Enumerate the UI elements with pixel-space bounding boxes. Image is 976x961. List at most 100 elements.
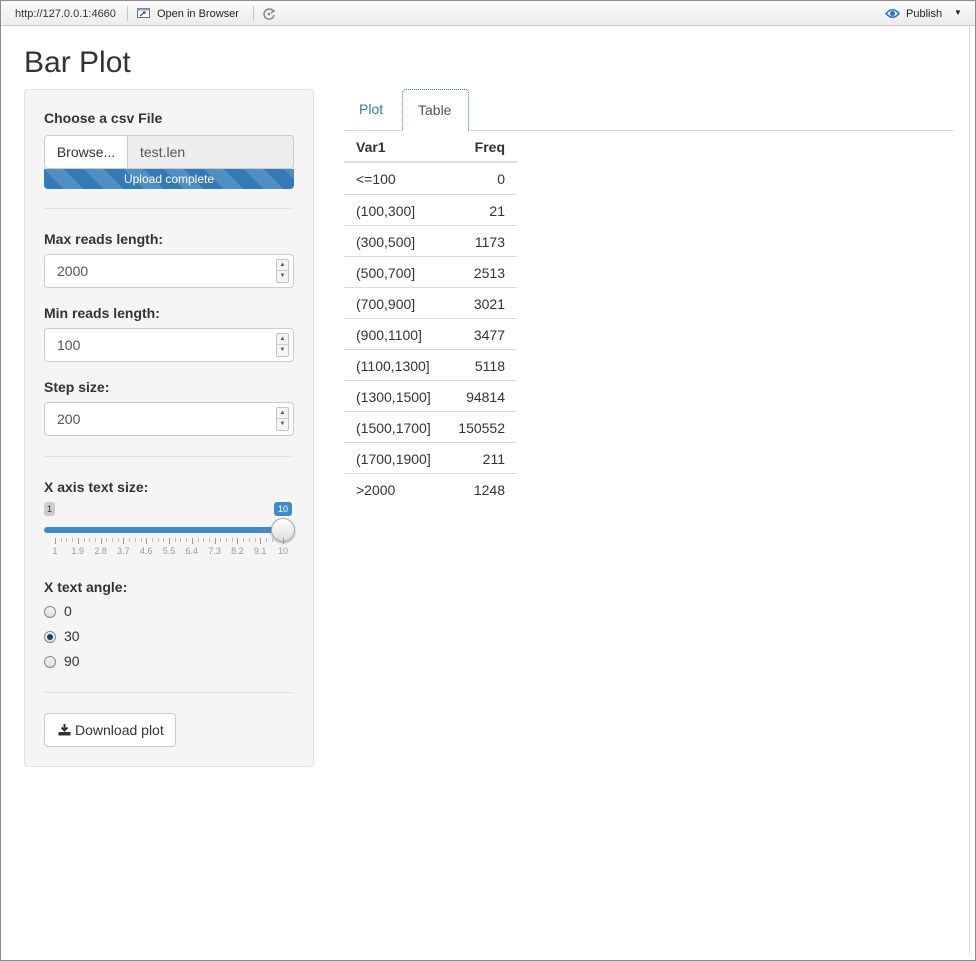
slider-tick-label: 5.5 [162, 546, 176, 556]
slider-value-label: 10 [274, 502, 292, 516]
page-title: Bar Plot [24, 46, 131, 79]
slider-tick [174, 538, 176, 542]
table-cell-var1: (1300,1500] [356, 389, 431, 405]
slider-tick [220, 538, 222, 542]
step-size-input[interactable]: 200 ▲ ▼ [44, 402, 294, 436]
table-cell-freq: 1248 [473, 482, 505, 498]
table-row: (300,500] 1173 [344, 225, 517, 256]
slider-tick [260, 538, 262, 544]
open-in-browser-icon[interactable] [136, 7, 151, 19]
slider-tick [134, 538, 136, 542]
table-row: (700,900] 3021 [344, 287, 517, 318]
table-cell-var1: (700,900] [356, 296, 416, 312]
stepper-up-icon[interactable]: ▲ [277, 408, 288, 419]
slider-tick [72, 538, 74, 542]
divider [44, 692, 294, 693]
table-cell-var1: (100,300] [356, 203, 416, 219]
upload-progress-bar: Upload complete [44, 169, 294, 189]
step-size-value: 200 [57, 411, 81, 427]
x-text-size-label: X axis text size: [44, 479, 149, 495]
slider-tick [83, 538, 85, 542]
browse-button[interactable]: Browse... [44, 135, 128, 169]
min-reads-input[interactable]: 100 ▲ ▼ [44, 328, 294, 362]
stepper-down-icon[interactable]: ▼ [277, 419, 288, 430]
slider-tick [271, 538, 273, 542]
download-plot-button[interactable]: Download plot [44, 713, 176, 747]
radio-button[interactable] [44, 606, 56, 618]
max-reads-label: Max reads length: [44, 231, 164, 247]
file-name-field: test.len [127, 135, 294, 169]
slider-tick [94, 538, 96, 542]
table-cell-freq: 5118 [474, 358, 505, 374]
table-cell-var1: (500,700] [356, 265, 416, 281]
slider-tick [169, 538, 170, 544]
tab-plot[interactable]: Plot [344, 89, 398, 131]
radio-label: 30 [64, 628, 80, 644]
viewer-toolbar: http://127.0.0.1:4660 Open in Browser Pu… [1, 1, 975, 26]
slider-tick [66, 538, 68, 542]
slider-tick [248, 538, 250, 542]
table-header: Var1 [356, 139, 386, 155]
publish-button[interactable]: Publish [906, 8, 942, 20]
slider-tick-label: 1 [52, 546, 58, 556]
download-icon [58, 724, 71, 736]
max-reads-value: 2000 [57, 263, 89, 279]
slider-tick [277, 538, 279, 542]
file-input[interactable]: Browse... test.len [44, 135, 294, 169]
max-reads-input[interactable]: 2000 ▲ ▼ [44, 254, 294, 288]
table-cell-var1: >2000 [356, 482, 396, 498]
slider-tick [226, 538, 227, 542]
table-cell-var1: <=100 [356, 171, 396, 187]
stepper-down-icon[interactable]: ▼ [277, 271, 288, 282]
table-row: (500,700] 2513 [344, 256, 517, 287]
table-cell-var1: (1100,1300] [356, 358, 430, 374]
radio-button[interactable] [44, 631, 56, 643]
slider-tick [186, 538, 188, 542]
slider-tick [180, 538, 182, 542]
slider-tick [129, 538, 131, 542]
slider-tick [243, 538, 245, 542]
table-row: (1300,1500] 94814 [344, 380, 517, 411]
tab-table[interactable]: Table [402, 89, 469, 131]
stepper-up-icon[interactable]: ▲ [277, 334, 288, 345]
chevron-down-icon[interactable]: ▼ [954, 8, 962, 17]
url-label: http://127.0.0.1:4660 [15, 8, 116, 20]
file-label: Choose a csv File [44, 110, 163, 126]
slider-tick [203, 538, 205, 542]
sidebar-panel: Choose a csv File Browse... test.len Upl… [24, 89, 314, 767]
download-plot-label: Download plot [75, 722, 164, 738]
table-header-row: Var1 Freq [344, 131, 517, 163]
table-cell-freq: 3477 [473, 327, 505, 343]
table-row: (100,300] 21 [344, 194, 517, 225]
min-reads-value: 100 [57, 337, 81, 353]
table-cell-freq: 0 [497, 171, 505, 187]
refresh-icon[interactable] [261, 6, 277, 22]
table-cell-freq: 150552 [458, 420, 505, 436]
slider-track[interactable] [44, 527, 284, 533]
x-text-size-slider[interactable]: 1 10 1 1.9 2.8 3.7 4.6 5.5 6.4 7.3 8.2 9.1 10 [44, 500, 295, 558]
publish-icon[interactable] [884, 7, 901, 20]
slider-tick [197, 538, 199, 542]
slider-tick [208, 538, 210, 542]
rstudio-viewer-window: http://127.0.0.1:4660 Open in Browser Pu… [0, 0, 976, 961]
radio-button[interactable] [44, 656, 56, 668]
stepper-down-icon[interactable]: ▼ [277, 345, 288, 356]
table-cell-var1: (1500,1700] [356, 420, 431, 436]
table-cell-var1: (900,1100] [356, 327, 422, 343]
table-cell-freq: 21 [489, 203, 505, 219]
slider-tick [106, 538, 108, 542]
slider-ticks: 1 1.9 2.8 3.7 4.6 5.5 6.4 7.3 8.2 9.1 10 [44, 538, 294, 558]
open-in-browser-button[interactable]: Open in Browser [157, 8, 239, 20]
step-size-stepper[interactable]: ▲ ▼ [276, 407, 289, 431]
table-header: Freq [474, 139, 505, 155]
min-reads-stepper[interactable]: ▲ ▼ [276, 333, 289, 357]
max-reads-stepper[interactable]: ▲ ▼ [276, 259, 289, 283]
frequency-table: Var1 Freq <=100 0 (100,300] 21 (300,500] 1173… [344, 131, 517, 504]
slider-tick [214, 538, 216, 544]
slider-tick [60, 538, 62, 542]
slider-tick-label: 7.3 [208, 546, 221, 556]
slider-tick [55, 538, 56, 544]
stepper-up-icon[interactable]: ▲ [277, 260, 288, 271]
slider-tick [151, 538, 153, 542]
slider-tick [237, 538, 239, 544]
